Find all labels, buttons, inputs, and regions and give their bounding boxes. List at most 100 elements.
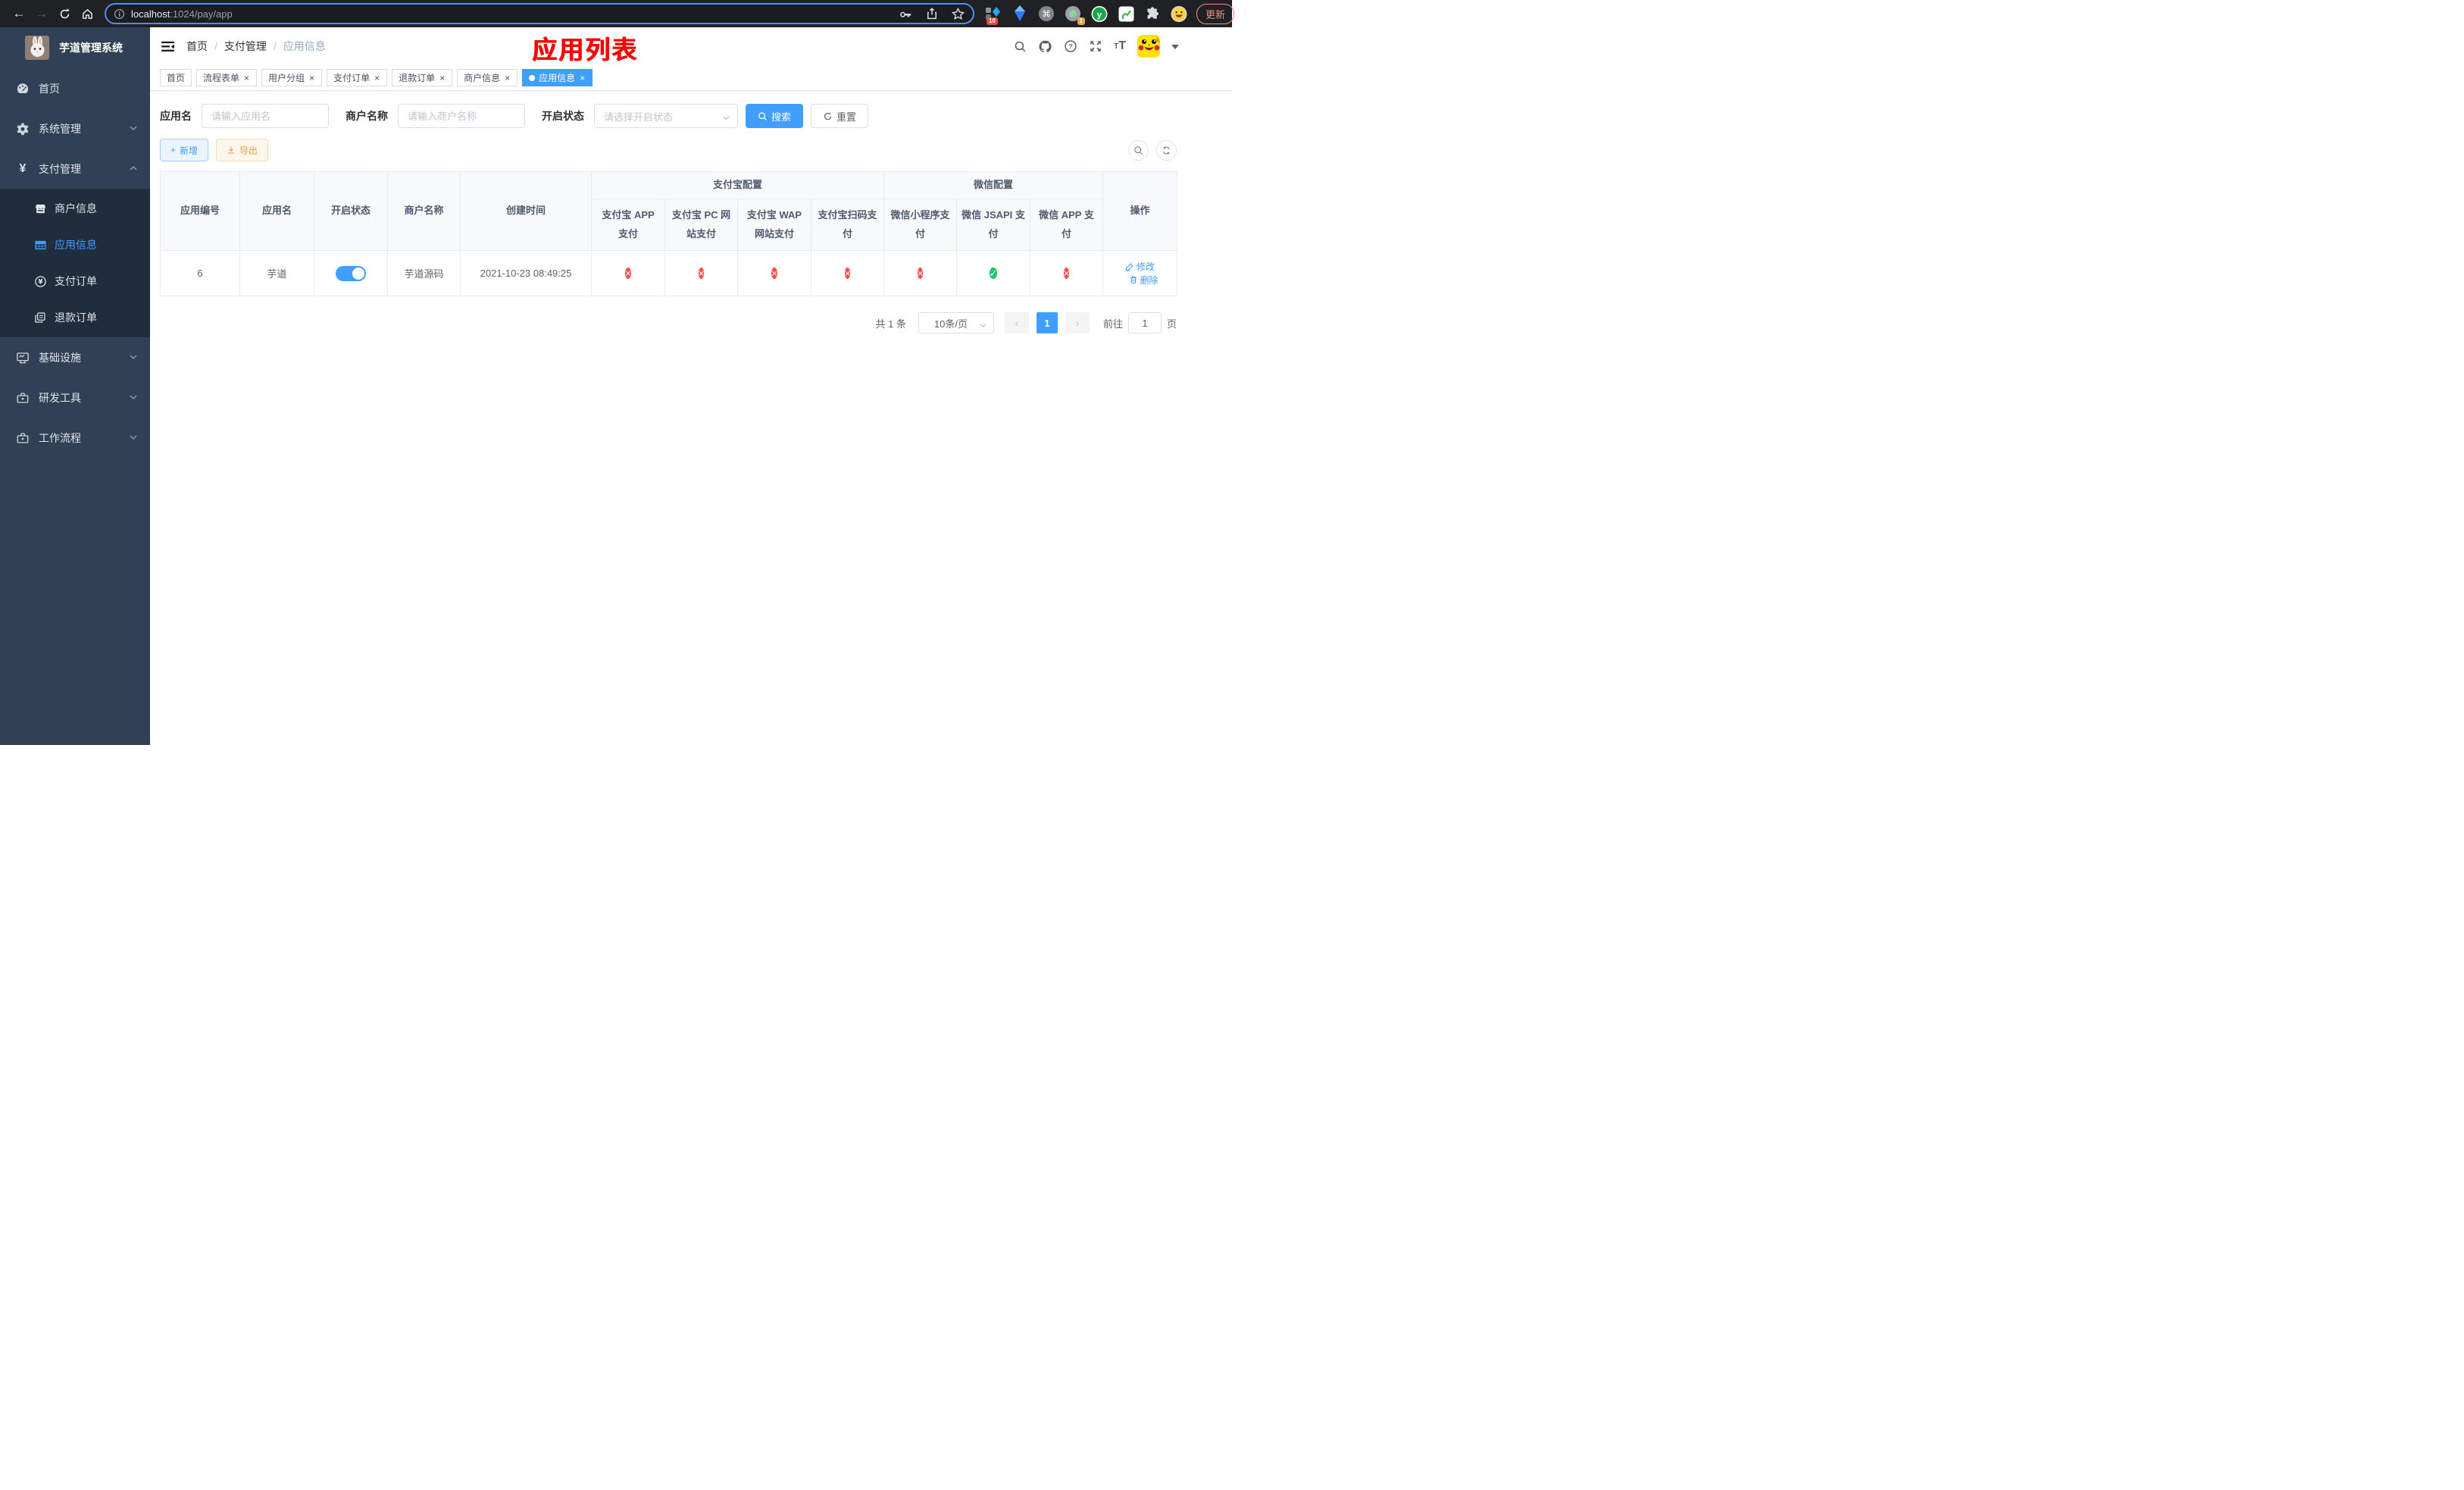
tab-refund-orders[interactable]: 退款订单 × — [392, 69, 453, 86]
browser-back-button[interactable]: ← — [9, 4, 29, 23]
hamburger-fold-icon — [161, 41, 174, 52]
page-unit-label: 页 — [1166, 318, 1177, 330]
svg-text:⌘: ⌘ — [1042, 9, 1051, 20]
tab-payment-orders[interactable]: 支付订单 × — [327, 69, 388, 86]
sidebar-item-dev-tools[interactable]: 研发工具 — [0, 377, 150, 418]
prev-page-button[interactable]: ‹ — [1004, 312, 1029, 333]
sidebar-item-app-info[interactable]: 应用信息 — [0, 227, 150, 263]
search-icon — [758, 111, 767, 121]
applications-table: 应用编号 应用名 开启状态 商户名称 创建时间 支付宝配置 微信配置 操作 支付… — [160, 171, 1178, 296]
browser-profile-avatar[interactable] — [1171, 5, 1187, 22]
app-title: 芋道管理系统 — [59, 42, 123, 54]
sidebar-item-home[interactable]: 首页 — [0, 68, 150, 108]
close-icon[interactable]: × — [579, 73, 586, 83]
share-icon[interactable] — [925, 7, 939, 20]
tab-home[interactable]: 首页 — [160, 69, 192, 86]
merchant-name-input[interactable] — [398, 104, 525, 128]
tab-process-form[interactable]: 流程表单 × — [196, 69, 258, 86]
sidebar-logo[interactable]: 芋道管理系统 — [0, 27, 150, 68]
github-icon[interactable] — [1038, 39, 1052, 54]
home-icon — [82, 8, 92, 19]
store-icon — [33, 202, 47, 215]
close-icon[interactable]: × — [374, 73, 380, 83]
extension-chart-icon[interactable] — [1118, 5, 1134, 22]
column-header-app-id: 应用编号 — [160, 171, 240, 251]
sidebar-item-workflow[interactable]: 工作流程 — [0, 418, 150, 458]
close-icon[interactable]: × — [504, 73, 511, 83]
status-select[interactable]: 请选择开启状态 — [594, 104, 738, 128]
bookmark-star-icon[interactable] — [951, 7, 965, 21]
logo-rabbit-image — [25, 36, 49, 60]
breadcrumb-separator: / — [214, 40, 217, 52]
page-number-1[interactable]: 1 — [1036, 312, 1058, 333]
browser-reload-button[interactable] — [55, 4, 74, 23]
edit-pencil-icon — [1126, 263, 1134, 271]
sidebar-item-label: 首页 — [39, 82, 60, 95]
extension-balloon-icon[interactable] — [1012, 5, 1028, 22]
sidebar-fold-button[interactable] — [161, 41, 174, 52]
sidebar-item-payment-orders[interactable]: ¥ 支付订单 — [0, 263, 150, 299]
refresh-table-button[interactable] — [1156, 139, 1177, 161]
tab-app-info[interactable]: 应用信息 × — [522, 69, 593, 86]
column-header-alipay-pc: 支付宝 PC 网站支付 — [664, 199, 738, 251]
cell-merchant: 芋道源码 — [387, 250, 461, 296]
column-header-wechat-app: 微信 APP 支付 — [1030, 199, 1104, 251]
fullscreen-icon[interactable] — [1089, 39, 1102, 53]
browser-home-button[interactable] — [77, 4, 97, 23]
sidebar-item-label: 基础设施 — [39, 351, 81, 364]
sidebar-item-infrastructure[interactable]: 基础设施 — [0, 337, 150, 377]
password-key-icon[interactable] — [899, 7, 913, 21]
browser-menu-icon[interactable]: ⋮ — [1240, 8, 1251, 20]
column-header-status: 开启状态 — [314, 171, 388, 251]
search-icon — [1134, 146, 1143, 155]
extension-badge: 10 — [987, 17, 998, 25]
sidebar-item-system[interactable]: 系统管理 — [0, 108, 150, 149]
search-button[interactable]: 搜索 — [746, 104, 804, 128]
yen-icon: ¥ — [19, 161, 27, 175]
avatar-dropdown-caret-icon[interactable] — [1171, 45, 1179, 49]
toolbox-icon — [15, 431, 30, 445]
browser-update-button[interactable]: 更新 — [1196, 3, 1235, 24]
next-page-button[interactable]: › — [1065, 312, 1090, 333]
export-button-label: 导出 — [239, 145, 258, 156]
chevron-down-icon — [129, 352, 138, 364]
extension-badge: 1 — [1077, 17, 1085, 25]
close-icon[interactable]: × — [243, 73, 250, 83]
breadcrumb-payment[interactable]: 支付管理 — [224, 39, 267, 54]
sidebar-item-payment[interactable]: ¥ 支付管理 — [0, 149, 150, 189]
tab-label: 用户分组 — [268, 73, 305, 83]
extension-green-y-icon[interactable]: y — [1091, 5, 1108, 22]
export-button[interactable]: 导出 — [216, 139, 269, 161]
enabled-toggle[interactable] — [336, 265, 366, 281]
user-avatar[interactable] — [1137, 35, 1160, 58]
extension-camera-icon[interactable]: 1 — [1065, 5, 1085, 25]
tab-merchant-info[interactable]: 商户信息 × — [457, 69, 518, 86]
address-bar[interactable]: localhost:1024/pay/app — [105, 3, 974, 24]
reset-button[interactable]: 重置 — [811, 104, 869, 128]
toggle-search-button[interactable] — [1128, 139, 1149, 161]
sidebar-item-refund-orders[interactable]: 退款订单 — [0, 299, 150, 336]
edit-button[interactable]: 修改 — [1125, 260, 1155, 273]
tab-user-group[interactable]: 用户分组 × — [261, 69, 323, 86]
close-icon[interactable]: × — [439, 73, 446, 83]
delete-button[interactable]: 删除 — [1129, 274, 1159, 286]
browser-forward-button[interactable]: → — [32, 4, 52, 23]
header-search-icon[interactable] — [1014, 40, 1027, 53]
extensions-puzzle-icon[interactable] — [1144, 5, 1161, 22]
extension-blue-diamond-icon[interactable]: 10 — [985, 5, 1002, 25]
help-icon[interactable]: ? — [1064, 39, 1077, 53]
status-cross-icon: × — [625, 267, 631, 279]
app-name-input[interactable] — [202, 104, 329, 128]
app-navbar: 首页 / 支付管理 / 应用信息 应用列表 ? T T — [150, 27, 1232, 65]
toggle-knob — [352, 267, 364, 280]
sidebar-item-merchant-info[interactable]: 商户信息 — [0, 190, 150, 227]
close-icon[interactable]: × — [308, 73, 315, 83]
site-info-icon[interactable] — [114, 8, 125, 20]
add-button[interactable]: + 新增 — [160, 139, 209, 161]
extension-command-icon[interactable]: ⌘ — [1038, 5, 1055, 22]
breadcrumb-home[interactable]: 首页 — [186, 39, 208, 54]
font-size-icon[interactable]: TT — [1114, 39, 1126, 53]
goto-page-input[interactable] — [1127, 312, 1162, 333]
total-count: 共 1 条 — [875, 318, 906, 330]
page-size-select[interactable]: 10条/页 — [918, 312, 994, 333]
